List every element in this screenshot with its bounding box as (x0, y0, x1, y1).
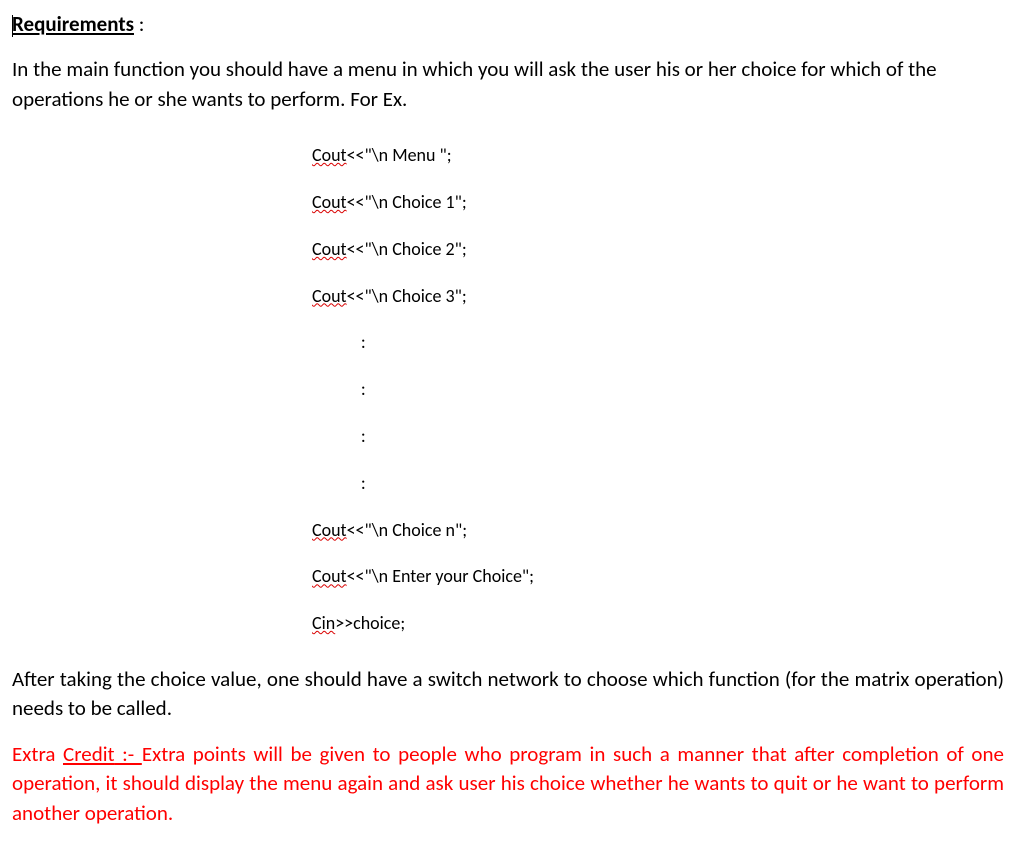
requirements-heading-tail: : (134, 11, 144, 37)
code-ellipsis: : (312, 319, 1004, 366)
code-line-choice3-rest: <<"\n Choice 3"; (347, 285, 467, 307)
colon: : (361, 472, 366, 494)
extra-credit-paragraph: Extra Credit :- Extra points will be giv… (12, 740, 1004, 828)
code-line-enter-rest: <<"\n Enter your Choice"; (347, 565, 534, 587)
code-line-choice1-rest: <<"\n Choice 1"; (347, 191, 467, 213)
cout-keyword: Cout (312, 519, 347, 541)
code-line-menu-rest: <<"\n Menu "; (347, 144, 452, 166)
code-block: Cout<<"\n Menu "; Cout<<"\n Choice 1"; C… (312, 132, 1004, 647)
cout-keyword: Cout (312, 144, 347, 166)
code-ellipsis: : (312, 460, 1004, 507)
code-line-choice1: Cout<<"\n Choice 1"; (312, 179, 1004, 226)
cin-keyword: Cin (312, 612, 335, 634)
cout-keyword: Cout (312, 191, 347, 213)
extra-credit-lead-tail: :- (115, 741, 142, 767)
extra-prefix: Extra (12, 741, 63, 767)
cout-keyword: Cout (312, 238, 347, 260)
code-line-choicen: Cout<<"\n Choice n"; (312, 507, 1004, 554)
code-ellipsis: : (312, 413, 1004, 460)
code-line-choice2: Cout<<"\n Choice 2"; (312, 226, 1004, 273)
cout-keyword: Cout (312, 285, 347, 307)
intro-paragraph: In the main function you should have a m… (12, 55, 1004, 114)
colon: : (361, 378, 366, 400)
extra-credit-body: Extra points will be given to people who… (12, 741, 1004, 826)
colon: : (361, 425, 366, 447)
code-line-choice3: Cout<<"\n Choice 3"; (312, 273, 1004, 320)
requirements-heading-text: Requirements (12, 11, 134, 37)
code-line-cin: Cin>>choice; (312, 600, 1004, 647)
code-line-choicen-rest: <<"\n Choice n"; (347, 519, 467, 541)
code-line-choice2-rest: <<"\n Choice 2"; (347, 238, 467, 260)
code-ellipsis: : (312, 366, 1004, 413)
after-paragraph: After taking the choice value, one shoul… (12, 665, 1004, 724)
extra-credit-lead: Credit (63, 741, 115, 767)
colon: : (361, 331, 366, 353)
cout-keyword: Cout (312, 565, 347, 587)
code-line-cin-rest: >>choice; (335, 612, 405, 634)
code-line-enter: Cout<<"\n Enter your Choice"; (312, 553, 1004, 600)
requirements-heading: Requirements : (12, 10, 1004, 39)
code-line-menu: Cout<<"\n Menu "; (312, 132, 1004, 179)
